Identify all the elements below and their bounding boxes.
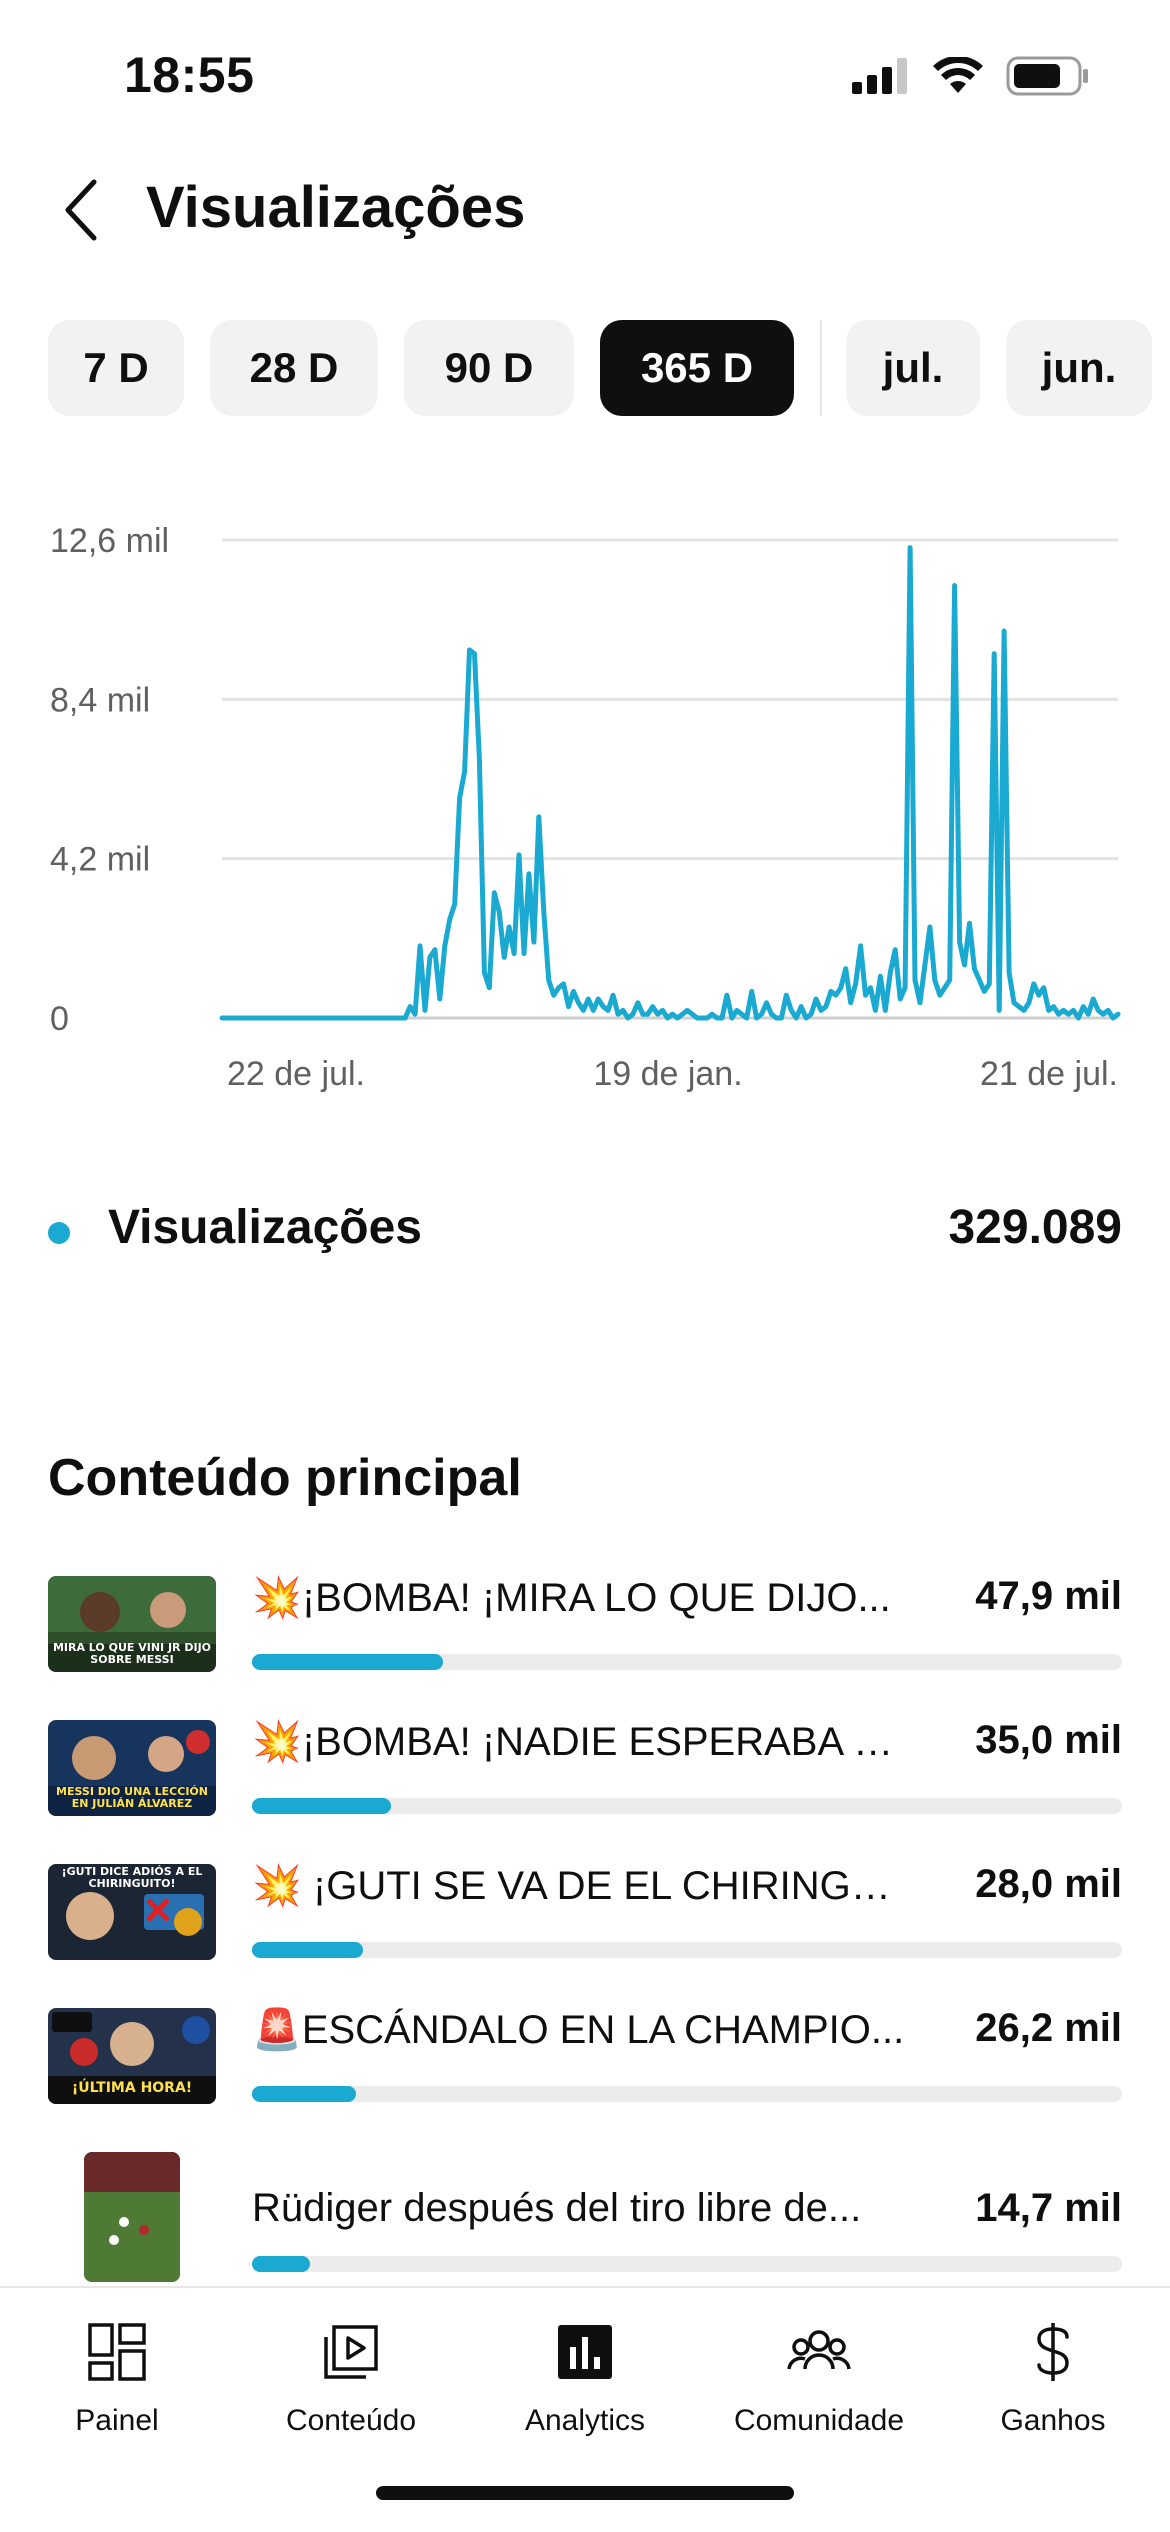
nav-item-analytics[interactable]: Analytics xyxy=(468,2306,702,2466)
content-item[interactable]: MIRA LO QUE VINI JR DIJO SOBRE MESSI 💥¡B… xyxy=(0,1560,1170,1680)
views-bar-track xyxy=(252,1798,1122,1814)
x-tick-label: 22 de jul. xyxy=(227,1055,365,1093)
chevron-left-icon xyxy=(65,179,97,241)
content-title: 💥¡BOMBA! ¡NADIE ESPERABA E... xyxy=(252,1720,912,1764)
community-icon xyxy=(787,2320,851,2384)
content-views: 28,0 mil xyxy=(975,1862,1122,1906)
content-views: 14,7 mil xyxy=(975,2186,1122,2230)
status-bar: 18:55 xyxy=(0,0,1170,150)
x-tick-label: 19 de jan. xyxy=(593,1055,742,1093)
y-axis-ticks: 12,6 mil 8,4 mil 4,2 mil 0 xyxy=(50,522,169,1038)
video-thumbnail: ¡ÚLTIMA HORA! xyxy=(48,2008,216,2104)
thumbnail-text: MIRA LO QUE VINI JR DIJO SOBRE MESSI xyxy=(52,1641,212,1666)
views-series-line xyxy=(219,545,1121,1021)
analytics-icon xyxy=(553,2320,617,2384)
legend-dot xyxy=(48,1222,70,1244)
views-chart: 12,6 mil 8,4 mil 4,2 mil 0 22 de jul. 19 de … xyxy=(0,490,1170,1110)
period-chips: 7 D 28 D 90 D 365 D jul. jun. xyxy=(48,320,1170,416)
video-thumbnail: ¡GUTI DICE ADIÓS A EL CHIRINGUITO! xyxy=(48,1864,216,1960)
content-views: 35,0 mil xyxy=(975,1718,1122,1762)
header: Visualizações xyxy=(0,160,1170,260)
nav-label: Ganhos xyxy=(1000,2404,1106,2437)
content-item[interactable]: Rüdiger después del tiro libre de... 14,… xyxy=(0,2152,1170,2282)
legend-label: Visualizações xyxy=(108,1201,422,1254)
content-views: 47,9 mil xyxy=(975,1574,1122,1618)
dashboard-icon xyxy=(85,2320,149,2384)
x-tick-label: 21 de jul. xyxy=(980,1055,1118,1093)
battery-icon xyxy=(1006,56,1088,96)
chip-june[interactable]: jun. xyxy=(1006,320,1152,416)
x-axis-ticks: 22 de jul. 19 de jan. 21 de jul. xyxy=(227,1055,1118,1093)
content-title: 💥 ¡GUTI SE VA DE EL CHIRINGUI... xyxy=(252,1864,912,1908)
y-tick-label: 0 xyxy=(50,1000,69,1038)
video-thumbnail: MESSI DIO UNA LECCIÓN EN JULIÁN ÁLVAREZ xyxy=(48,1720,216,1816)
nav-item-ganhos[interactable]: Ganhos xyxy=(936,2306,1170,2466)
content-item[interactable]: MESSI DIO UNA LECCIÓN EN JULIÁN ÁLVAREZ … xyxy=(0,1704,1170,1824)
status-time: 18:55 xyxy=(124,47,255,103)
views-bar-fill xyxy=(252,1654,443,1670)
thumbnail-text: ¡GUTI DICE ADIÓS A EL CHIRINGUITO! xyxy=(61,1865,203,1890)
views-bar-fill xyxy=(252,1798,392,1814)
views-bar-fill xyxy=(252,2086,357,2102)
total-views-value: 329.089 xyxy=(948,1201,1122,1254)
nav-label: Analytics xyxy=(524,2404,646,2437)
chip-28d[interactable]: 28 D xyxy=(210,320,378,416)
views-bar-fill xyxy=(252,2256,311,2272)
nav-label: Conteúdo xyxy=(285,2404,417,2437)
chart-grid xyxy=(222,538,1118,1020)
content-item[interactable]: ¡ÚLTIMA HORA! 🚨ESCÁNDALO EN LA CHAMPIO..… xyxy=(0,1992,1170,2112)
wifi-icon xyxy=(933,57,983,93)
top-content-title: Conteúdo principal xyxy=(48,1449,522,1507)
content-views: 26,2 mil xyxy=(975,2006,1122,2050)
chip-90d[interactable]: 90 D xyxy=(404,320,574,416)
content-icon xyxy=(319,2320,383,2384)
home-indicator xyxy=(376,2486,794,2500)
y-tick-label: 8,4 mil xyxy=(50,681,150,719)
cellular-signal-icon xyxy=(852,58,907,94)
chart-legend: Visualizações 329.089 xyxy=(48,1190,1122,1270)
views-bar-fill xyxy=(252,1942,364,1958)
page-title: Visualizações xyxy=(146,175,526,240)
video-thumbnail: MIRA LO QUE VINI JR DIJO SOBRE MESSI xyxy=(48,1576,216,1672)
views-bar-track xyxy=(252,1942,1122,1958)
short-thumbnail xyxy=(84,2152,180,2282)
chip-july[interactable]: jul. xyxy=(846,320,980,416)
content-title: Rüdiger después del tiro libre de... xyxy=(252,2186,862,2230)
content-title: 💥¡BOMBA! ¡MIRA LO QUE DIJO... xyxy=(252,1576,891,1620)
back-button[interactable] xyxy=(40,170,120,250)
status-icons xyxy=(852,56,1090,96)
nav-item-painel[interactable]: Painel xyxy=(0,2306,234,2466)
y-tick-label: 12,6 mil xyxy=(50,522,169,560)
views-bar-track xyxy=(252,1654,1122,1670)
nav-item-comunidade[interactable]: Comunidade xyxy=(702,2306,936,2466)
nav-label: Comunidade xyxy=(733,2404,905,2437)
chip-divider xyxy=(820,320,822,416)
nav-item-conteudo[interactable]: Conteúdo xyxy=(234,2306,468,2466)
chip-365d[interactable]: 365 D xyxy=(600,320,794,416)
views-line-chart: 12,6 mil 8,4 mil 4,2 mil 0 22 de jul. 19 de … xyxy=(50,522,1121,1093)
content-item[interactable]: ¡GUTI DICE ADIÓS A EL CHIRINGUITO! 💥 ¡GU… xyxy=(0,1848,1170,1968)
dollar-icon xyxy=(1021,2320,1085,2384)
nav-label: Painel xyxy=(75,2404,159,2437)
content-title: 🚨ESCÁNDALO EN LA CHAMPIO... xyxy=(252,2008,905,2052)
chip-7d[interactable]: 7 D xyxy=(48,320,184,416)
y-tick-label: 4,2 mil xyxy=(50,841,150,879)
thumbnail-text: ¡ÚLTIMA HORA! xyxy=(71,2080,193,2096)
views-bar-track xyxy=(252,2256,1122,2272)
thumbnail-text: MESSI DIO UNA LECCIÓN EN JULIÁN ÁLVAREZ xyxy=(56,1785,208,1810)
views-bar-track xyxy=(252,2086,1122,2102)
